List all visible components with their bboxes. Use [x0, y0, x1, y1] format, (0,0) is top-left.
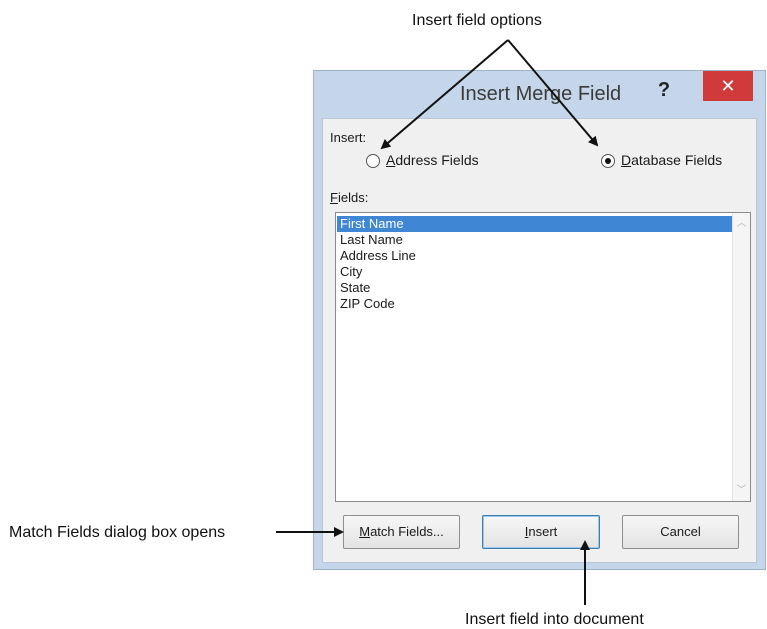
arrow-to-address-fields	[380, 39, 509, 150]
arrow-to-database-fields	[507, 39, 599, 147]
annotation-arrows	[276, 39, 599, 605]
